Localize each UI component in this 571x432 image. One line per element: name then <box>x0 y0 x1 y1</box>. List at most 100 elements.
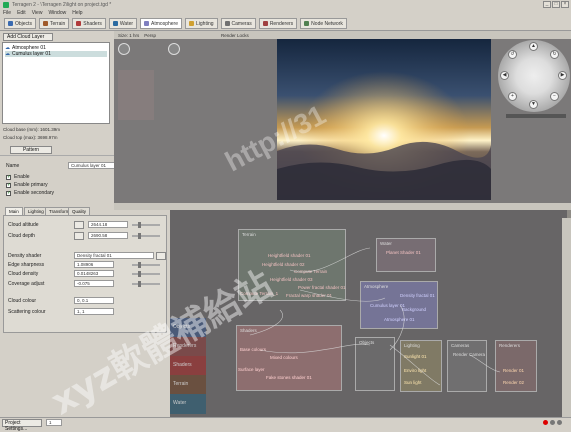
node-item[interactable]: Cumulus layer 01 <box>370 303 405 308</box>
tab-quality[interactable]: Quality <box>68 207 91 215</box>
enable-checkbox[interactable]: ✓ <box>6 174 11 180</box>
toolbar-button-water[interactable]: Water <box>108 18 138 29</box>
project-settings-button[interactable]: Project Settings... <box>2 419 42 432</box>
cameras-icon <box>224 21 230 26</box>
toolbar-button-terrain[interactable]: Terrain <box>38 18 70 29</box>
slider-knob[interactable] <box>138 271 141 277</box>
value-slider[interactable] <box>132 235 160 237</box>
node-item[interactable]: Fractal warp shader 01 <box>286 293 332 298</box>
toolbar-button-shaders[interactable]: Shaders <box>72 18 106 29</box>
toolbar-button-objects[interactable]: Objects <box>4 18 36 29</box>
viewport-mode-label[interactable]: Persp <box>144 33 156 38</box>
node-item[interactable]: Compute Terrain <box>294 269 327 274</box>
node-item[interactable]: Background <box>402 307 426 312</box>
toolbar-button-lighting[interactable]: Lighting <box>185 18 218 29</box>
window-controls: _ □ × <box>543 1 569 8</box>
node-item[interactable]: Fake stones shader 01 <box>266 375 312 380</box>
node-item[interactable]: Render Camera <box>453 352 485 357</box>
slider-knob[interactable] <box>138 281 141 287</box>
nav-rotate-icon[interactable]: ↺ <box>508 50 517 59</box>
pause-icon[interactable] <box>557 420 562 425</box>
property-value-field[interactable]: 2644.18 <box>88 221 128 228</box>
enable-primary-checkbox[interactable]: ✓ <box>6 182 11 188</box>
menu-window[interactable]: Window <box>48 10 66 16</box>
property-value-field[interactable]: Density fractal 01 <box>74 252 154 259</box>
node-item[interactable]: Mixed colours <box>270 355 298 360</box>
close-button[interactable]: × <box>561 1 569 8</box>
nav-speed-slider[interactable] <box>506 114 566 118</box>
link-button[interactable] <box>74 221 84 229</box>
nav-up-icon[interactable]: ▲ <box>529 42 538 51</box>
toolbar-button-renderers[interactable]: Renderers <box>258 18 298 29</box>
render-lock-label[interactable]: Render Locks <box>221 33 249 38</box>
nav-rotate-icon[interactable]: ↻ <box>550 50 559 59</box>
add-cloud-layer-button[interactable]: Add Cloud Layer <box>3 33 53 41</box>
node-item[interactable]: Heightfield shader 01 <box>268 253 311 258</box>
nav-right-icon[interactable]: ▶ <box>558 71 567 80</box>
enable-primary-label: Enable primary <box>14 182 48 188</box>
property-value-field[interactable]: 0, 0.1 <box>74 297 114 304</box>
node-item[interactable]: Sunlight 01 <box>404 354 427 359</box>
toolbar-button-atmosphere[interactable]: Atmosphere <box>140 18 182 29</box>
node-item[interactable]: Base colours <box>240 347 266 352</box>
property-value-field[interactable]: 0.0148263 <box>74 270 114 277</box>
node-item[interactable]: Surface layer <box>238 367 265 372</box>
minimize-button[interactable]: _ <box>543 1 551 8</box>
navigation-control[interactable]: ▲ ▼ ◀ ▶ ↺ ↻ + − <box>498 40 570 112</box>
value-slider[interactable] <box>132 283 160 285</box>
menu-bar: File Edit View Window Help <box>0 9 571 17</box>
node-category-water[interactable]: Water <box>170 394 206 414</box>
node-item[interactable]: Atmosphere 01 <box>384 317 415 322</box>
value-slider[interactable] <box>132 273 160 275</box>
viewport-gizmo-icon[interactable] <box>168 43 180 55</box>
node-item[interactable]: Sun light <box>404 380 422 385</box>
toolbar-button-label: Terrain <box>49 20 66 27</box>
menu-help[interactable]: Help <box>72 10 82 16</box>
node-item[interactable]: Power fractal shader 01 <box>298 285 346 290</box>
value-slider[interactable] <box>132 264 160 266</box>
slider-knob[interactable] <box>138 233 141 239</box>
nav-down-icon[interactable]: ▼ <box>529 100 538 109</box>
node-item[interactable]: Heightfield shader 03 <box>270 277 313 282</box>
layer-list-panel: Add Cloud Layer ☁ Atmosphere 01 ☁ Cumulus … <box>0 31 114 155</box>
slider-knob[interactable] <box>138 222 141 228</box>
viewport-gizmo-icon[interactable] <box>118 43 130 55</box>
stop-icon[interactable] <box>550 420 555 425</box>
node-item[interactable]: Density fractal 01 <box>400 293 435 298</box>
property-value-field[interactable]: 1.08906 <box>74 261 114 268</box>
node-item[interactable]: Enviro light <box>404 368 426 373</box>
title-bar: Terragen 2 - \Terragen 2\light on projec… <box>0 0 571 9</box>
nav-zoom-icon[interactable]: − <box>550 92 559 101</box>
node-item[interactable]: Render 01 <box>503 368 524 373</box>
node-item[interactable]: Planet Shader 01 <box>386 250 421 255</box>
value-slider[interactable] <box>132 224 160 226</box>
property-value-field[interactable]: 2690.58 <box>88 232 128 239</box>
property-label: Cloud density <box>8 271 39 277</box>
node-item[interactable]: Heightfield shader 02 <box>262 262 305 267</box>
pattern-button[interactable]: Pattern <box>10 146 52 154</box>
menu-file[interactable]: File <box>3 10 11 16</box>
menu-edit[interactable]: Edit <box>17 10 26 16</box>
enable-secondary-checkbox[interactable]: ✓ <box>6 190 11 196</box>
tree-item-label: Cumulus layer 01 <box>12 51 51 57</box>
nav-left-icon[interactable]: ◀ <box>500 71 509 80</box>
node-group-cameras[interactable]: Cameras <box>447 340 487 392</box>
toolbar-button-node-network[interactable]: Node Network <box>300 18 347 29</box>
property-value-field[interactable]: 1, 1 <box>74 308 114 315</box>
property-value-field[interactable]: -0.075 <box>74 280 114 287</box>
node-group-objects[interactable]: Objects <box>355 337 395 391</box>
node-category-terrain[interactable]: Terrain <box>170 375 206 395</box>
menu-view[interactable]: View <box>32 10 43 16</box>
slider-knob[interactable] <box>138 262 141 268</box>
link-button[interactable] <box>74 232 84 240</box>
nav-zoom-icon[interactable]: + <box>508 92 517 101</box>
node-scrollbar[interactable] <box>562 218 571 417</box>
node-group-water[interactable]: Water <box>376 238 436 272</box>
toolbar-button-cameras[interactable]: Cameras <box>220 18 256 29</box>
frame-field[interactable]: 1 <box>46 419 62 426</box>
maximize-button[interactable]: □ <box>552 1 560 8</box>
node-item[interactable]: Render 02 <box>503 380 524 385</box>
tree-item[interactable]: ☁ Cumulus layer 01 <box>5 51 107 57</box>
shader-select-button[interactable] <box>156 252 166 260</box>
tab-main[interactable]: Main <box>5 207 23 215</box>
